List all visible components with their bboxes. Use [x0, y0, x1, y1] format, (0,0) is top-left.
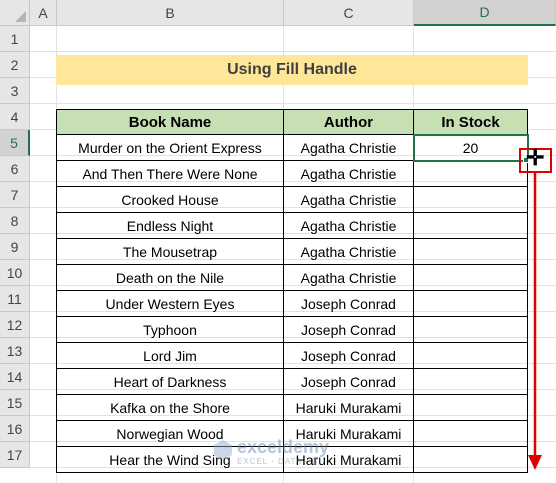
author-cell[interactable]: Agatha Christie: [284, 239, 414, 265]
gridline: [30, 51, 556, 52]
watermark-icon: [214, 440, 232, 460]
author-cell[interactable]: Agatha Christie: [284, 187, 414, 213]
active-cell-d5[interactable]: [413, 134, 529, 162]
column-header-c[interactable]: C: [284, 0, 414, 26]
watermark-tagline: EXCEL · DATA · BI: [237, 457, 322, 466]
row-header-4[interactable]: 4: [0, 104, 30, 130]
author-cell[interactable]: Agatha Christie: [284, 161, 414, 187]
column-header-d[interactable]: D: [414, 0, 556, 26]
watermark-brand: exceldemy: [237, 437, 330, 457]
gridline: [30, 103, 556, 104]
sheet-title[interactable]: Using Fill Handle: [56, 55, 528, 85]
row-header-12[interactable]: 12: [0, 312, 30, 338]
row-header-5[interactable]: 5: [0, 130, 30, 156]
book-name-cell[interactable]: Death on the Nile: [56, 265, 284, 291]
row-header-7[interactable]: 7: [0, 182, 30, 208]
book-name-cell[interactable]: The Mousetrap: [56, 239, 284, 265]
in-stock-cell[interactable]: [414, 447, 528, 473]
in-stock-cell[interactable]: [414, 213, 528, 239]
book-name-cell[interactable]: Lord Jim: [56, 343, 284, 369]
row-header-10[interactable]: 10: [0, 260, 30, 286]
in-stock-cell[interactable]: [414, 187, 528, 213]
header-author[interactable]: Author: [284, 109, 414, 135]
in-stock-cell[interactable]: [414, 343, 528, 369]
in-stock-cell[interactable]: [414, 395, 528, 421]
in-stock-cell[interactable]: [414, 265, 528, 291]
author-cell[interactable]: Joseph Conrad: [284, 291, 414, 317]
book-name-cell[interactable]: Typhoon: [56, 317, 284, 343]
select-all-corner[interactable]: [0, 0, 30, 26]
in-stock-cell[interactable]: [414, 239, 528, 265]
author-cell[interactable]: Joseph Conrad: [284, 369, 414, 395]
book-name-cell[interactable]: Murder on the Orient Express: [56, 135, 284, 161]
row-header-14[interactable]: 14: [0, 364, 30, 390]
column-header-b[interactable]: B: [57, 0, 284, 26]
row-header-1[interactable]: 1: [0, 26, 30, 52]
author-cell[interactable]: Joseph Conrad: [284, 317, 414, 343]
in-stock-cell[interactable]: [414, 161, 528, 187]
in-stock-cell[interactable]: [414, 369, 528, 395]
row-header-17[interactable]: 17: [0, 442, 30, 468]
row-header-9[interactable]: 9: [0, 234, 30, 260]
author-cell[interactable]: Agatha Christie: [284, 135, 414, 161]
row-header-11[interactable]: 11: [0, 286, 30, 312]
author-cell[interactable]: Haruki Murakami: [284, 395, 414, 421]
in-stock-cell[interactable]: [414, 421, 528, 447]
select-all-triangle-icon: [15, 11, 26, 22]
row-header-13[interactable]: 13: [0, 338, 30, 364]
book-name-cell[interactable]: And Then There Were None: [56, 161, 284, 187]
book-name-cell[interactable]: Kafka on the Shore: [56, 395, 284, 421]
row-header-6[interactable]: 6: [0, 156, 30, 182]
watermark-logo: exceldemy EXCEL · DATA · BI: [213, 437, 363, 469]
row-header-2[interactable]: 2: [0, 52, 30, 78]
row-header-3[interactable]: 3: [0, 78, 30, 104]
book-name-cell[interactable]: Endless Night: [56, 213, 284, 239]
crosshair-plus-icon: ✛: [526, 145, 545, 170]
author-cell[interactable]: Agatha Christie: [284, 265, 414, 291]
arrow-down-icon: [528, 172, 542, 470]
row-header-16[interactable]: 16: [0, 416, 30, 442]
book-name-cell[interactable]: Heart of Darkness: [56, 369, 284, 395]
row-header-15[interactable]: 15: [0, 390, 30, 416]
book-name-cell[interactable]: Under Western Eyes: [56, 291, 284, 317]
column-header-a[interactable]: A: [30, 0, 57, 26]
row-header-8[interactable]: 8: [0, 208, 30, 234]
header-in-stock[interactable]: In Stock: [414, 109, 528, 135]
book-name-cell[interactable]: Crooked House: [56, 187, 284, 213]
author-cell[interactable]: Joseph Conrad: [284, 343, 414, 369]
in-stock-cell[interactable]: [414, 291, 528, 317]
author-cell[interactable]: Agatha Christie: [284, 213, 414, 239]
header-book-name[interactable]: Book Name: [56, 109, 284, 135]
in-stock-cell[interactable]: [414, 317, 528, 343]
